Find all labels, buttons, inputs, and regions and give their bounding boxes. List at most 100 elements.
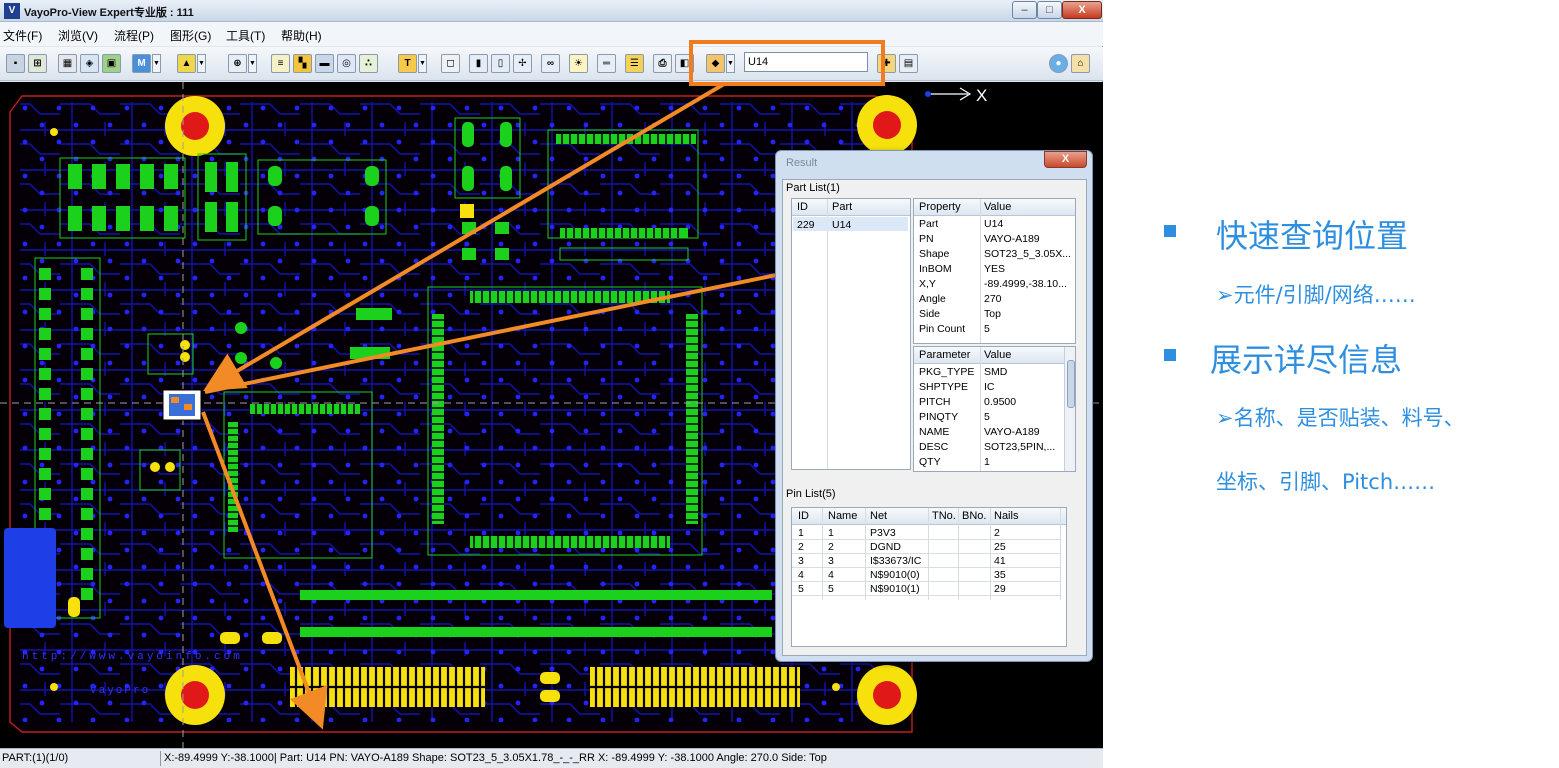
parameter-key: QTY — [919, 456, 941, 468]
grid-icon[interactable]: ▦ — [58, 54, 77, 73]
text-icon[interactable]: T — [398, 54, 417, 73]
property-row: X,Y -89.4999,-38.10... — [914, 277, 1075, 292]
annotation-heading-details: 展示详尽信息 — [1210, 341, 1403, 379]
part-list-row[interactable]: 229 U14 — [792, 218, 910, 233]
col-pin-id[interactable]: ID — [798, 510, 809, 522]
scrollbar-thumb[interactable] — [1067, 360, 1075, 408]
axis-label: X — [976, 86, 987, 105]
pin-nails: 2 — [994, 527, 1000, 539]
menu-view[interactable]: 浏览(V) — [58, 27, 98, 44]
pin-net: DGND — [870, 541, 901, 553]
menu-help[interactable]: 帮助(H) — [281, 27, 322, 44]
notes-icon[interactable]: ☰ — [625, 54, 644, 73]
parameter-value: IC — [984, 381, 995, 393]
menu-file[interactable]: 文件(F) — [3, 27, 42, 44]
col-pin-nails[interactable]: Nails — [994, 510, 1018, 522]
tree-icon[interactable]: ⊞ — [28, 54, 47, 73]
ruler-icon[interactable]: ═ — [597, 54, 616, 73]
col-pin-bno[interactable]: BNo. — [962, 510, 986, 522]
col-part[interactable]: Part — [832, 201, 852, 213]
property-value: -89.4999,-38.10... — [984, 278, 1067, 290]
property-value: SOT23_5_3.05X... — [984, 248, 1071, 260]
parameter-row: QTY 1 — [914, 455, 1064, 470]
pin-list-label: Pin List(5) — [786, 488, 836, 500]
pin-name: 1 — [828, 527, 834, 539]
zoom-icon[interactable]: ⊕ — [228, 54, 247, 73]
filter-dropdown-icon[interactable]: ▼ — [197, 54, 206, 73]
menu-process[interactable]: 流程(P) — [114, 27, 154, 44]
result-close-button[interactable]: X — [1044, 151, 1087, 168]
globe-icon[interactable]: ● — [1049, 54, 1068, 73]
pin-nails: 25 — [994, 541, 1006, 553]
clipboard-icon[interactable]: ▤ — [899, 54, 918, 73]
pin-net: N$9010(1) — [870, 583, 920, 595]
board-icon[interactable]: ▣ — [102, 54, 121, 73]
parameter-scrollbar[interactable] — [1064, 347, 1075, 471]
save-icon[interactable]: ▪ — [6, 54, 25, 73]
part-icon[interactable]: ▮ — [469, 54, 488, 73]
chip-icon[interactable]: ▬ — [315, 54, 334, 73]
parameter-grid[interactable]: Parameter Value PKG_TYPE SMD SHPTYPE IC PI… — [913, 346, 1076, 472]
menu-tools[interactable]: 工具(T) — [226, 27, 265, 44]
property-row: Angle 270 — [914, 292, 1075, 307]
property-row: InBOM YES — [914, 262, 1075, 277]
bullet-square-icon — [1164, 349, 1176, 361]
text-dropdown-icon[interactable]: ▼ — [418, 54, 427, 73]
pin-net: N$9010(0) — [870, 569, 920, 581]
maximize-button[interactable]: □ — [1037, 1, 1062, 19]
copper-pour — [4, 528, 56, 628]
dots-icon[interactable]: ∴ — [359, 54, 378, 73]
col-property[interactable]: Property — [919, 201, 961, 213]
menu-graphics[interactable]: 图形(G) — [170, 27, 211, 44]
pin-row[interactable]: 2 2 DGND 25 — [792, 540, 1060, 554]
pin-id: 3 — [798, 555, 804, 567]
col-id[interactable]: ID — [797, 201, 808, 213]
col-value[interactable]: Value — [984, 349, 1011, 361]
pin-id: 4 — [798, 569, 804, 581]
property-row: PN VAYO-A189 — [914, 232, 1075, 247]
col-pin-name[interactable]: Name — [828, 510, 857, 522]
pin-row[interactable]: 3 3 I$33673/IC 41 — [792, 554, 1060, 568]
filter-icon[interactable]: ▲ — [177, 54, 196, 73]
pin-icon[interactable]: ▯ — [491, 54, 510, 73]
pin-row[interactable]: 1 1 P3V3 2 — [792, 526, 1060, 540]
origin-marker — [925, 91, 931, 97]
col-parameter[interactable]: Parameter — [919, 349, 970, 361]
part-list-grid[interactable]: ID Part 229 U14 — [791, 198, 911, 470]
toolbar: ▪ ⊞ ▦ ◈ ▣ M ▼ ▲ ▼ ⊕ ▼ ≡ ▚ ▬ ◎ ∴ T ▼ ◻ ▮ … — [0, 47, 1103, 81]
binoculars-icon[interactable]: ∞ — [541, 54, 560, 73]
target-icon[interactable]: ✢ — [513, 54, 532, 73]
col-pin-net[interactable]: Net — [870, 510, 887, 522]
col-value[interactable]: Value — [984, 201, 1011, 213]
status-bar: PART:(1)(1/0) X:-89.4999 Y:-38.1000| Par… — [0, 748, 1103, 768]
matrix-icon[interactable]: ▚ — [293, 54, 312, 73]
pin-net: P3V3 — [870, 527, 896, 539]
minimize-button[interactable]: – — [1012, 1, 1037, 19]
component-icon[interactable]: ◎ — [337, 54, 356, 73]
bulb-icon[interactable]: ☀ — [569, 54, 588, 73]
property-key: Pin Count — [919, 323, 966, 335]
m-mode-icon[interactable]: M — [132, 54, 151, 73]
pin-name: 5 — [828, 583, 834, 595]
result-dialog-title: Result — [786, 157, 818, 169]
pin-nails: 35 — [994, 569, 1006, 581]
m-mode-dropdown-icon[interactable]: ▼ — [152, 54, 161, 73]
property-value: U14 — [984, 218, 1004, 230]
pin-row[interactable]: 4 4 N$9010(0) 35 — [792, 568, 1060, 582]
pin-name: 4 — [828, 569, 834, 581]
zoom-dropdown-icon[interactable]: ▼ — [248, 54, 257, 73]
property-grid[interactable]: Property Value Part U14 PN VAYO-A189 Shape… — [913, 198, 1076, 344]
col-pin-tno[interactable]: TNo. — [932, 510, 956, 522]
column-divider — [827, 199, 828, 469]
home-icon[interactable]: ⌂ — [1071, 54, 1090, 73]
pin-list-grid[interactable]: ID Name Net TNo. BNo. Nails 1 1 P3V3 2 2 2 DG… — [791, 507, 1067, 647]
pin-row[interactable]: 5 5 N$9010(1) 29 — [792, 582, 1060, 596]
select-icon[interactable]: ◻ — [441, 54, 460, 73]
property-key: X,Y — [919, 278, 936, 290]
report-icon[interactable]: ⎙ — [653, 54, 672, 73]
result-dialog[interactable]: Result X Part List(1) ID Part 229 U14 Pr… — [775, 150, 1093, 662]
close-button[interactable]: X — [1062, 1, 1102, 19]
property-key: Shape — [919, 248, 950, 260]
layer-icon[interactable]: ◈ — [80, 54, 99, 73]
list-icon[interactable]: ≡ — [271, 54, 290, 73]
